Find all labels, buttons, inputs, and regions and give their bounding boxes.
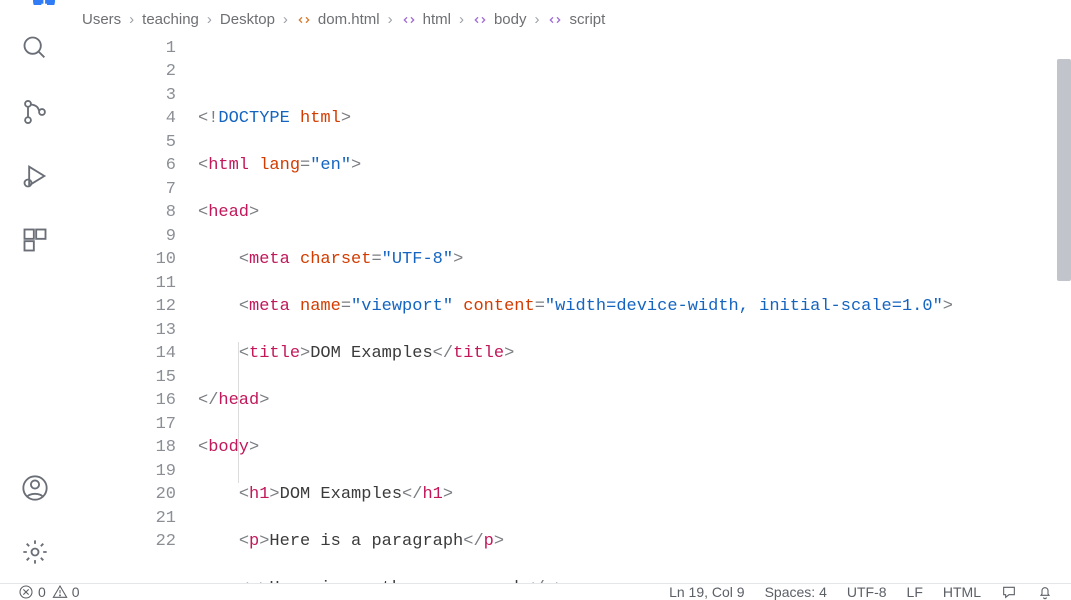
scrollbar-thumb[interactable] — [1057, 59, 1071, 281]
active-line-highlight — [198, 460, 1061, 484]
status-bar: 0 0 Ln 19, Col 9 Spaces: 4 UTF-8 LF HTML — [0, 583, 1071, 600]
breadcrumb-item[interactable]: body — [472, 11, 527, 28]
chevron-right-icon: › — [388, 11, 393, 28]
run-debug-icon[interactable] — [20, 161, 50, 191]
search-icon[interactable] — [20, 33, 50, 63]
status-encoding[interactable]: UTF-8 — [847, 584, 887, 600]
line-number-gutter: 12345678910111213141516171819202122 — [70, 35, 198, 583]
symbol-icon — [401, 12, 417, 28]
status-ln-col[interactable]: Ln 19, Col 9 — [669, 584, 745, 600]
breadcrumb-item[interactable]: Desktop — [220, 11, 275, 28]
chevron-right-icon: › — [459, 11, 464, 28]
code-editor[interactable]: 12345678910111213141516171819202122 <!DO… — [70, 35, 1071, 583]
warning-icon — [52, 584, 68, 600]
activity-bar — [0, 5, 70, 583]
chevron-right-icon: › — [534, 11, 539, 28]
error-icon — [18, 584, 34, 600]
breadcrumb-item[interactable]: teaching — [142, 11, 199, 28]
chevron-right-icon: › — [129, 11, 134, 28]
chevron-right-icon: › — [207, 11, 212, 28]
indent-guide — [238, 342, 239, 483]
notifications-bell-icon[interactable] — [1037, 584, 1053, 600]
breadcrumb: Users › teaching › Desktop › dom.html › … — [70, 5, 1071, 35]
settings-gear-icon[interactable] — [20, 537, 50, 567]
breadcrumb-item[interactable]: dom.html — [296, 11, 380, 28]
vertical-scrollbar[interactable] — [1057, 35, 1071, 583]
breadcrumb-item[interactable]: script — [547, 11, 605, 28]
status-language[interactable]: HTML — [943, 584, 981, 600]
breadcrumb-item[interactable]: Users — [82, 11, 121, 28]
status-indent[interactable]: Spaces: 4 — [765, 584, 827, 600]
extensions-icon[interactable] — [20, 225, 50, 255]
symbol-icon — [472, 12, 488, 28]
feedback-icon[interactable] — [1001, 584, 1017, 600]
status-warnings[interactable]: 0 — [52, 584, 80, 600]
status-errors[interactable]: 0 — [18, 584, 46, 600]
breadcrumb-item[interactable]: html — [401, 11, 451, 28]
code-content[interactable]: <!DOCTYPE html> <html lang="en"> <head> … — [198, 35, 1071, 583]
status-eol[interactable]: LF — [907, 584, 923, 600]
source-control-icon[interactable] — [20, 97, 50, 127]
symbol-icon — [547, 12, 563, 28]
account-icon[interactable] — [20, 473, 50, 503]
code-file-icon — [296, 12, 312, 28]
chevron-right-icon: › — [283, 11, 288, 28]
